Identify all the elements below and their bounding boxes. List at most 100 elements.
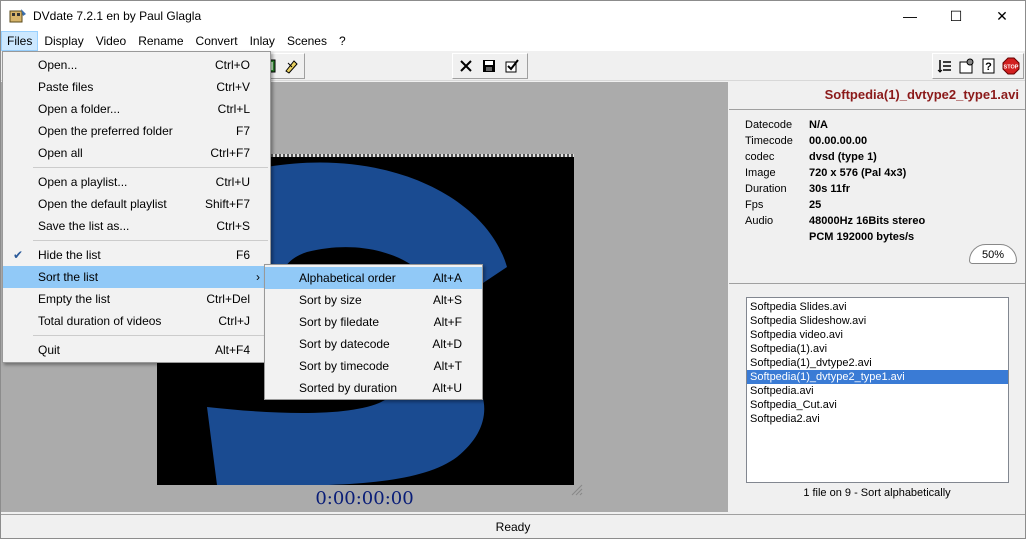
menu-item-sort-list[interactable]: Sort the list › (3, 266, 270, 288)
list-item[interactable]: Softpedia Slideshow.avi (747, 314, 1008, 328)
submenu-arrow-icon: › (256, 270, 260, 284)
menu-separator (3, 164, 270, 171)
menu-item-shortcut: F7 (235, 124, 250, 138)
maximize-icon: ☐ (949, 7, 963, 24)
menu-convert[interactable]: Convert (190, 31, 244, 51)
checkmark-icon: ✔ (13, 248, 24, 262)
menu-files[interactable]: Files (1, 31, 39, 51)
menu-item-shortcut: Ctrl+L (217, 102, 250, 116)
menu-item-open-all[interactable]: Open all Ctrl+F7 (3, 142, 270, 164)
info-key: Audio (745, 215, 774, 227)
help-icon: ? (982, 58, 995, 74)
maximize-button[interactable]: ☐ (933, 1, 979, 31)
list-status: 1 file on 9 - Sort alphabetically (803, 487, 951, 499)
menu-separator (3, 237, 270, 244)
menu-display[interactable]: Display (38, 31, 89, 51)
list-item[interactable]: Softpedia.avi (747, 384, 1008, 398)
menu-item-sort-size[interactable]: Sort by size Alt+S (265, 289, 482, 311)
svg-text:?: ? (985, 61, 992, 73)
tb-edit-button[interactable] (283, 56, 302, 76)
tb-settings-button[interactable] (958, 56, 977, 76)
close-button[interactable]: ✕ (979, 1, 1025, 31)
tb-save-button[interactable] (479, 56, 499, 76)
info-key: Image (745, 167, 776, 179)
info-value: dvsd (type 1) (809, 151, 877, 163)
menu-item-label: Sort by timecode (299, 359, 390, 373)
menu-item-shortcut: Alt+F4 (214, 343, 250, 357)
menu-item-hide-list[interactable]: ✔ Hide the list F6 (3, 244, 270, 266)
menu-item-sort-datecode[interactable]: Sort by datecode Alt+D (265, 333, 482, 355)
menu-scenes[interactable]: Scenes (281, 31, 333, 51)
status-text: Ready (495, 520, 531, 534)
menu-item-label: Paste files (38, 80, 94, 94)
menu-item-open[interactable]: Open... Ctrl+O (3, 54, 270, 76)
resize-grip-icon[interactable] (569, 482, 583, 496)
menu-item-open-preferred-folder[interactable]: Open the preferred folder F7 (3, 120, 270, 142)
file-list[interactable]: Softpedia Slides.avi Softpedia Slideshow… (746, 297, 1009, 483)
menu-item-quit[interactable]: Quit Alt+F4 (3, 339, 270, 361)
list-item[interactable]: Softpedia(1)_dvtype2.avi (747, 356, 1008, 370)
info-value: 25 (809, 199, 822, 211)
info-value: 48000Hz 16Bits stereo (809, 215, 926, 227)
menu-item-label: Quit (38, 343, 61, 357)
menu-video[interactable]: Video (90, 31, 132, 51)
list-item[interactable]: Softpedia Slides.avi (747, 300, 1008, 314)
zoom-badge[interactable]: 50% (969, 244, 1017, 264)
menu-item-empty-list[interactable]: Empty the list Ctrl+Del (3, 288, 270, 310)
info-key: Datecode (745, 119, 793, 131)
stop-icon: STOP (1002, 57, 1020, 75)
menu-item-sort-filedate[interactable]: Sort by filedate Alt+F (265, 311, 482, 333)
menu-item-label: Save the list as... (38, 219, 130, 233)
menu-item-shortcut: Alt+D (432, 337, 462, 351)
menu-item-label: Alphabetical order (299, 271, 396, 285)
menu-item-shortcut: Alt+S (432, 293, 462, 307)
menu-item-sort-timecode[interactable]: Sort by timecode Alt+T (265, 355, 482, 377)
menu-item-label: Empty the list (38, 292, 111, 306)
menu-item-paste-files[interactable]: Paste files Ctrl+V (3, 76, 270, 98)
menu-item-sort-alphabetical[interactable]: Alphabetical order Alt+A (265, 267, 482, 289)
menu-item-shortcut: Alt+U (432, 381, 462, 395)
status-bar: Ready (1, 514, 1025, 538)
tb-stop-button[interactable]: STOP (1001, 56, 1020, 76)
list-item[interactable]: Softpedia_Cut.avi (747, 398, 1008, 412)
menu-item-label: Open a playlist... (38, 175, 128, 189)
tb-check-button[interactable] (502, 56, 522, 76)
menu-inlay[interactable]: Inlay (244, 31, 281, 51)
list-item-selected[interactable]: Softpedia(1)_dvtype2_type1.avi (747, 370, 1008, 384)
tb-list-button[interactable] (936, 56, 955, 76)
title-bar: DVdate 7.2.1 en by Paul Glagla — ☐ ✕ (1, 1, 1025, 31)
menu-help[interactable]: ? (333, 31, 352, 51)
svg-text:STOP: STOP (1003, 65, 1018, 71)
info-value: 00.00.00.00 (809, 135, 868, 147)
menu-item-total-duration[interactable]: Total duration of videos Ctrl+J (3, 310, 270, 332)
menu-item-shortcut: Ctrl+V (216, 80, 250, 94)
list-item[interactable]: Softpedia video.avi (747, 328, 1008, 342)
menu-item-shortcut: Shift+F7 (204, 197, 250, 211)
info-value: 720 x 576 (Pal 4x3) (809, 167, 907, 179)
menu-item-shortcut: Ctrl+F7 (210, 146, 250, 160)
menu-item-shortcut: F6 (235, 248, 250, 262)
menu-item-shortcut: Alt+F (433, 315, 462, 329)
menu-item-open-folder[interactable]: Open a folder... Ctrl+L (3, 98, 270, 120)
menu-item-sort-duration[interactable]: Sorted by duration Alt+U (265, 377, 482, 399)
menu-rename[interactable]: Rename (132, 31, 189, 51)
menu-item-label: Open... (38, 58, 78, 72)
minimize-button[interactable]: — (887, 1, 933, 31)
tb-help-button[interactable]: ? (980, 56, 999, 76)
toolbar-group-right: ? STOP (932, 53, 1024, 79)
tb-delete-button[interactable] (456, 56, 476, 76)
menu-item-open-playlist[interactable]: Open a playlist... Ctrl+U (3, 171, 270, 193)
info-value: PCM 192000 bytes/s (809, 231, 915, 243)
menu-item-shortcut: Ctrl+J (218, 314, 250, 328)
pencil-icon (285, 60, 298, 74)
app-icon (9, 9, 26, 23)
menu-item-save-list[interactable]: Save the list as... Ctrl+S (3, 215, 270, 237)
x-icon (460, 60, 472, 72)
menu-item-open-default-playlist[interactable]: Open the default playlist Shift+F7 (3, 193, 270, 215)
menu-item-label: Open a folder... (38, 102, 121, 116)
list-item[interactable]: Softpedia2.avi (747, 412, 1008, 426)
list-item[interactable]: Softpedia(1).avi (747, 342, 1008, 356)
menu-item-shortcut: Ctrl+O (214, 58, 250, 72)
menu-item-label: Sorted by duration (299, 381, 398, 395)
menu-item-shortcut: Ctrl+Del (206, 292, 250, 306)
